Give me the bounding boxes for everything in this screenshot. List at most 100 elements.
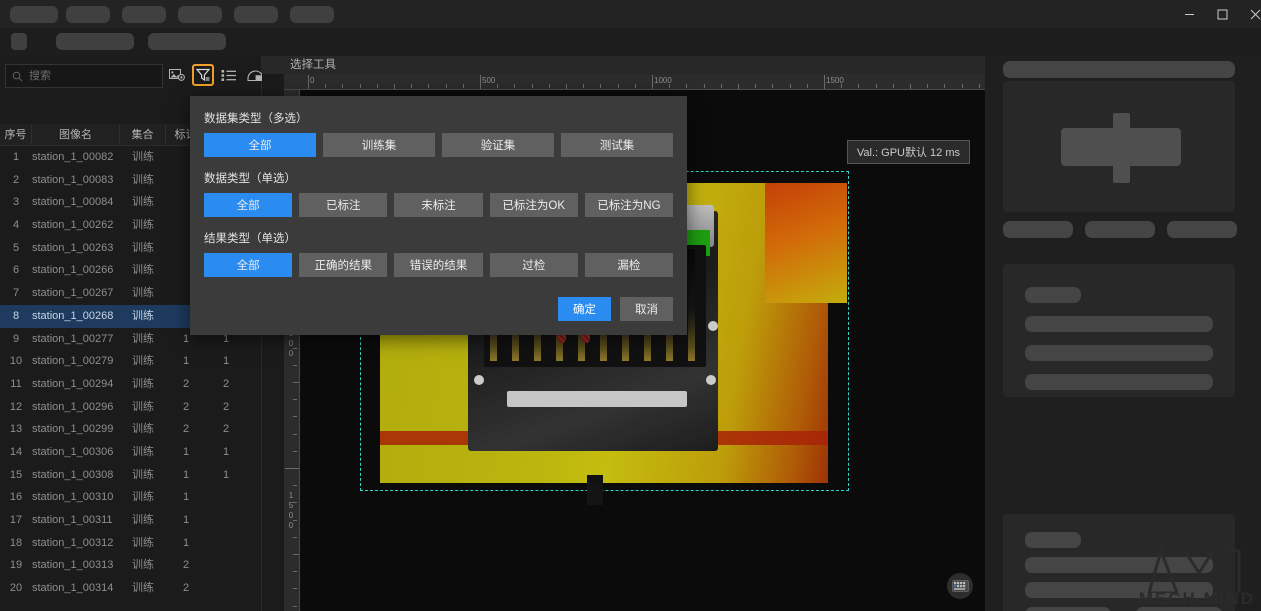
list-icon[interactable] (218, 64, 240, 86)
table-row[interactable]: 20 station_1_00314 训练 2 (0, 577, 262, 600)
ruler-label: 500 (482, 76, 496, 85)
close-button[interactable] (1239, 0, 1261, 28)
cell-image-name: station_1_00296 (32, 400, 114, 413)
ruler-tick (293, 433, 297, 435)
filter-option-button[interactable]: 已标注 (299, 193, 388, 217)
ruler-tick (531, 84, 533, 88)
ruler-tick (858, 84, 860, 88)
mech-mind-logo (1147, 547, 1241, 593)
table-row[interactable]: 16 station_1_00310 训练 1 (0, 486, 262, 509)
cell-mark: 1 (182, 514, 190, 526)
cell-image-name: station_1_00277 (32, 332, 114, 345)
ruler-tick (293, 382, 299, 383)
table-row[interactable]: 10 station_1_00279 训练 1 1 (0, 350, 262, 373)
filter-icon[interactable] (192, 64, 214, 86)
cell-set: 训练 (132, 400, 154, 413)
menu-bar-placeholder (148, 33, 226, 50)
cell-mark-2 (206, 509, 246, 532)
filter-option-button[interactable]: 全部 (204, 193, 293, 217)
table-row[interactable]: 18 station_1_00312 训练 1 (0, 532, 262, 555)
cell-index: 4 (12, 219, 20, 232)
confirm-button[interactable]: 确定 (558, 297, 611, 321)
cell-set: 训练 (132, 468, 154, 481)
ruler-tick (293, 588, 297, 590)
panel-placeholder (1025, 316, 1213, 332)
column-header-set[interactable]: 集合 (120, 124, 166, 146)
table-row[interactable]: 17 station_1_00311 训练 1 (0, 509, 262, 532)
cell-mark-2: 2 (222, 400, 230, 413)
filter-option-button[interactable]: 错误的结果 (394, 253, 483, 277)
ruler-tick (445, 84, 447, 88)
table-row[interactable]: 11 station_1_00294 训练 2 2 (0, 373, 262, 396)
column-header-index[interactable]: 序号 (0, 124, 32, 146)
table-row[interactable]: 13 station_1_00299 训练 2 2 (0, 418, 262, 441)
cell-mark: 2 (182, 400, 190, 413)
cell-mark-2: 1 (222, 468, 230, 481)
filter-option-button[interactable]: 漏检 (584, 253, 674, 277)
column-header-name[interactable]: 图像名 (32, 124, 120, 146)
cell-set: 训练 (132, 355, 154, 368)
filter-option-button[interactable]: 已标注为NG (584, 193, 674, 217)
dialog-section-label: 结果类型（单选） (204, 233, 296, 245)
panel-placeholder (1025, 532, 1081, 548)
ruler-tick (617, 84, 619, 88)
cell-image-name: station_1_00083 (32, 173, 114, 186)
ruler-tick (293, 605, 297, 607)
cell-mark-2: 2 (222, 423, 230, 436)
maximize-button[interactable] (1206, 0, 1239, 28)
cell-mark: 2 (182, 423, 190, 436)
keyboard-icon[interactable] (947, 573, 973, 599)
minimize-button[interactable] (1173, 0, 1206, 28)
ruler-tick (583, 84, 585, 88)
menu-bar (0, 28, 1261, 56)
table-row[interactable]: 15 station_1_00308 训练 1 1 (0, 464, 262, 487)
ruler-tick (514, 84, 516, 88)
cancel-button[interactable]: 取消 (620, 297, 673, 321)
ruler-tick (703, 84, 705, 88)
filter-option-button[interactable]: 全部 (204, 253, 293, 277)
ruler-tick (892, 84, 894, 88)
filter-option-button[interactable]: 正确的结果 (299, 253, 388, 277)
cell-mark: 1 (182, 355, 190, 368)
cell-set: 训练 (132, 514, 154, 526)
image-settings-icon[interactable] (166, 64, 188, 86)
cell-index: 8 (12, 309, 20, 322)
cell-mark: 2 (182, 377, 190, 390)
ruler-tick (944, 84, 946, 88)
cell-index: 11 (10, 377, 22, 390)
cell-mark: 1 (182, 445, 190, 458)
cell-mark-2: 2 (222, 377, 230, 390)
panel-placeholder (1025, 607, 1111, 611)
ruler-tick (634, 84, 636, 88)
ruler-tick (293, 536, 297, 538)
table-row[interactable]: 19 station_1_00313 训练 2 (0, 554, 262, 577)
filter-option-button[interactable]: 测试集 (561, 133, 673, 157)
ruler-tick (293, 399, 297, 401)
filter-option-button[interactable]: 已标注为OK (489, 193, 578, 217)
cell-mark-2 (206, 577, 246, 600)
cell-image-name: station_1_00299 (32, 423, 114, 436)
panel-placeholder (1025, 345, 1213, 361)
filter-option-button[interactable]: 验证集 (442, 133, 554, 157)
cell-mark: 1 (182, 491, 190, 504)
cell-index: 9 (12, 332, 20, 345)
ruler-tick (293, 554, 299, 555)
search-input[interactable] (29, 70, 156, 82)
ruler-tick (293, 571, 297, 573)
filter-option-button[interactable]: 训练集 (323, 133, 435, 157)
table-row[interactable]: 12 station_1_00296 训练 2 2 (0, 396, 262, 419)
search-row (0, 64, 264, 92)
search-box[interactable] (5, 64, 163, 88)
panel-placeholder (1003, 61, 1235, 78)
table-row[interactable]: 14 station_1_00306 训练 1 1 (0, 441, 262, 464)
filter-option-button[interactable]: 过检 (489, 253, 578, 277)
dialog-option-group: 全部 正确的结果 错误的结果 过检 漏检 (190, 253, 687, 277)
filter-option-button[interactable]: 未标注 (394, 193, 483, 217)
ruler-tick (462, 84, 464, 88)
ruler-tick (548, 84, 550, 88)
filter-option-button[interactable]: 全部 (204, 133, 316, 157)
ruler-tick (789, 84, 791, 88)
cell-image-name: station_1_00313 (32, 559, 114, 572)
ruler-tick (927, 84, 929, 88)
ruler-tick (669, 84, 671, 88)
